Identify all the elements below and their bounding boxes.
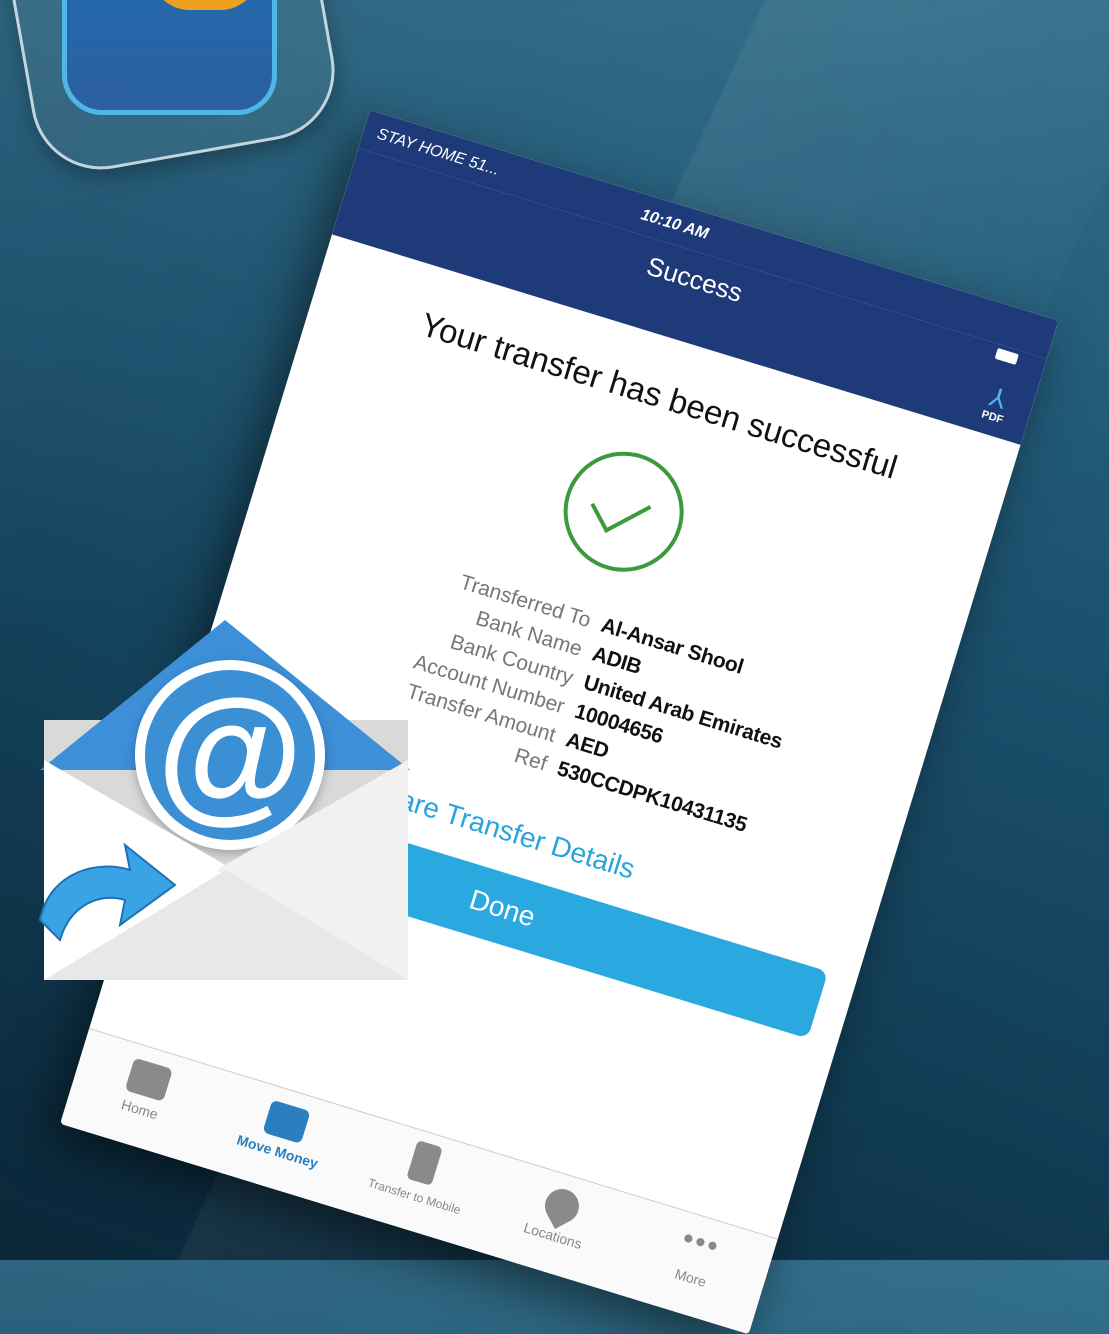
success-check-icon: [548, 436, 699, 587]
mobile-transfer-icon: [406, 1140, 443, 1186]
tab-label: Move Money: [234, 1131, 320, 1172]
more-dots-icon: •••: [678, 1221, 725, 1265]
tab-label: Transfer to Mobile: [366, 1175, 463, 1218]
app-icon: [62, 0, 277, 115]
email-envelope-illustration: @: [38, 620, 420, 1000]
curved-arrow-icon: [38, 842, 177, 942]
checkmark-icon: [590, 480, 652, 534]
location-pin-icon: [538, 1183, 585, 1230]
tab-label: More: [672, 1265, 709, 1291]
tab-label: Home: [119, 1096, 160, 1123]
wallet-icon: [124, 1057, 173, 1102]
tab-more[interactable]: ••• More: [611, 1197, 778, 1334]
tab-locations[interactable]: Locations: [473, 1155, 640, 1293]
money-transfer-icon: [262, 1099, 311, 1144]
